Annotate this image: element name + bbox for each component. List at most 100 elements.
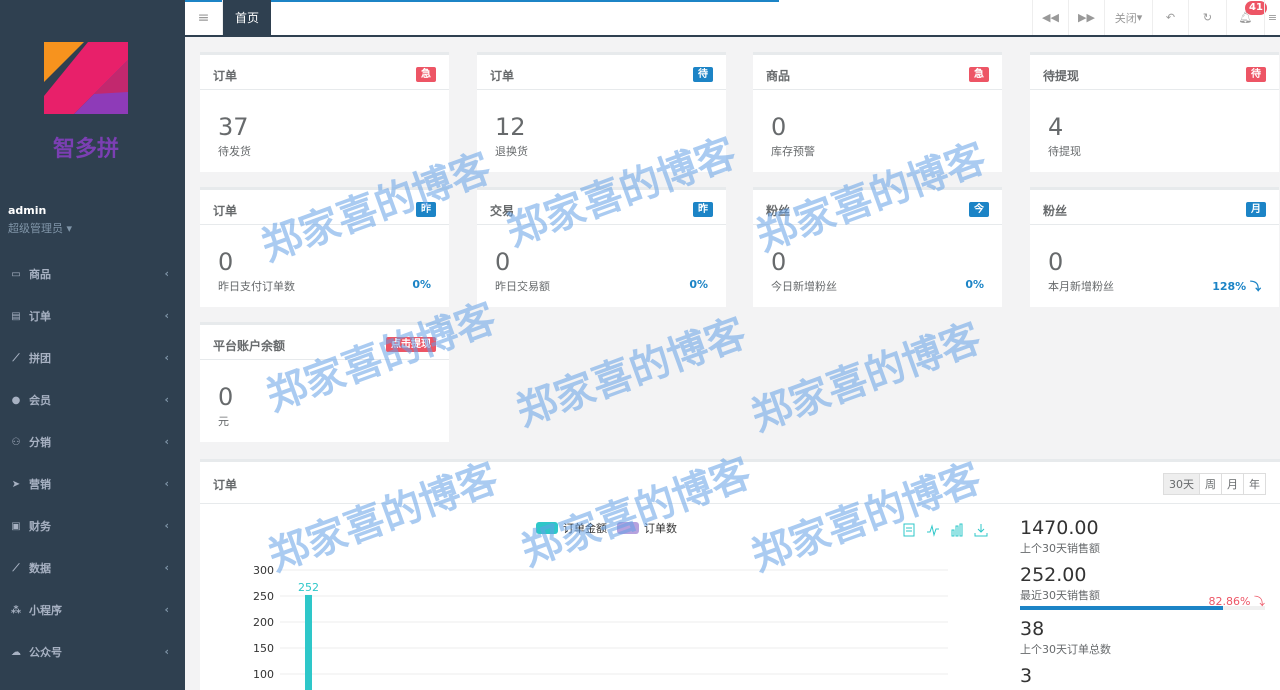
svg-text:智多拼: 智多拼 (53, 136, 119, 160)
user-role-dropdown[interactable]: 超级管理员 ▾ (8, 220, 72, 236)
users-icon: ⚇ (11, 436, 21, 448)
y-tick-label: 150 (253, 642, 274, 655)
stat-label: 待提现 (1048, 145, 1081, 158)
card-month-fans: 粉丝月 0 本月新增粉丝 128% ⤵ (1030, 187, 1279, 307)
sidebar: 智多拼 admin 超级管理员 ▾ ▭ 商品 ‹ ▤ 订单 ‹ ⟋ 拼团 ‹ ● 会员 ‹ ⚇ 分… (0, 0, 185, 690)
double-right-icon: ▶▶ (1078, 11, 1095, 24)
y-tick-label: 300 (253, 564, 274, 577)
stat-value: 0 (495, 248, 511, 276)
sidebar-item-official-account[interactable]: ☁ 公众号 ‹ (0, 631, 185, 673)
tab-home[interactable]: 首页 (223, 0, 271, 35)
sidebar-item-miniprogram[interactable]: ⁂ 小程序 ‹ (0, 589, 185, 631)
stat-percent: 82.86% ⤵ (1208, 595, 1265, 608)
legend-item-amount[interactable]: 订单金额 (536, 520, 607, 536)
status-badge: 今 (969, 202, 989, 217)
sidebar-item-members[interactable]: ● 会员 ‹ (0, 379, 185, 421)
menu-icon: ≡ (1267, 11, 1278, 24)
stat-next: 3 (1020, 665, 1033, 687)
y-tick-label: 200 (253, 616, 274, 629)
range-week[interactable]: 周 (1199, 474, 1221, 494)
sidebar-item-finance[interactable]: ▣ 财务 ‹ (0, 505, 185, 547)
user-name: admin (8, 204, 47, 217)
stat-label: 库存预警 (771, 145, 815, 158)
stat-label: 昨日支付订单数 (218, 280, 295, 293)
stat-value: 4 (1048, 113, 1064, 141)
range-year[interactable]: 年 (1243, 474, 1265, 494)
range-30-days[interactable]: 30天 (1164, 474, 1199, 494)
top-bar: ≡ 首页 ◀◀ ▶▶ 关闭 ▾ ↶ ↻ 🔔︎ 41 ≡ (185, 0, 1280, 37)
stat-value: 0 (771, 113, 787, 141)
stat-prev-30-sales: 1470.00 上个30天销售额 (1020, 517, 1100, 555)
monitor-icon: ▭ (11, 268, 21, 280)
y-tick-label: 250 (253, 590, 274, 603)
sidebar-item-data[interactable]: ⟋ 数据 ‹ (0, 547, 185, 589)
scroll-left-button[interactable]: ◀◀ (1032, 0, 1068, 35)
bar-data-label: 252 (298, 581, 319, 594)
panel-title: 订单 (213, 478, 238, 492)
stat-label: 元 (218, 415, 229, 428)
stat-value: 0 (1048, 248, 1064, 276)
watermark: 郑家喜的博客 (745, 315, 987, 441)
order-bar-chart: 300 250 200 150 100 252 (253, 564, 948, 690)
menu-toggle-button[interactable]: ≡ (185, 0, 223, 35)
sidebar-item-orders[interactable]: ▤ 订单 ‹ (0, 295, 185, 337)
chart-icon: ⟋ (12, 352, 20, 364)
status-badge: 待 (1246, 67, 1266, 82)
order-chart-panel: 订单 30天 周 月 年 订单金额 订单数 300 250 200 150 100 252… (200, 459, 1280, 690)
stat-percent: 0% (412, 278, 431, 291)
legend-item-count[interactable]: 订单数 (617, 520, 677, 536)
card-pending-withdraw: 待提现待 4 待提现 (1030, 52, 1279, 172)
range-month[interactable]: 月 (1221, 474, 1243, 494)
bar-chart-icon[interactable] (950, 523, 964, 537)
stat-label: 待发货 (218, 145, 251, 158)
double-left-icon: ◀◀ (1042, 11, 1059, 24)
user-profile[interactable]: admin 超级管理员 ▾ (8, 204, 72, 236)
card-stock-warning: 商品急 0 库存预警 (753, 52, 1002, 172)
back-button[interactable]: ↶ (1152, 0, 1188, 35)
download-icon[interactable] (974, 523, 988, 537)
status-badge: 月 (1246, 202, 1266, 217)
caret-down-icon: ▾ (1136, 11, 1143, 24)
chevron-left-icon: ‹ (164, 603, 169, 616)
sidebar-item-group-buy[interactable]: ⟋ 拼团 ‹ (0, 337, 185, 379)
stat-label: 昨日交易额 (495, 280, 550, 293)
scroll-right-button[interactable]: ▶▶ (1068, 0, 1104, 35)
reply-icon: ↶ (1165, 11, 1176, 24)
status-badge: 昨 (693, 202, 713, 217)
stat-value: 0 (218, 383, 234, 411)
refresh-button[interactable]: ↻ (1188, 0, 1226, 35)
user-icon: ● (11, 394, 21, 406)
loading-progress (185, 0, 779, 2)
chevron-left-icon: ‹ (164, 519, 169, 532)
wechat-icon: ☁ (11, 646, 21, 658)
stat-label: 退换货 (495, 145, 528, 158)
stat-label: 本月新增粉丝 (1048, 280, 1114, 293)
stat-percent: 128% ⤵ (1212, 280, 1261, 293)
card-returns: 订单待 12 退换货 (477, 52, 726, 172)
stat-value: 0 (771, 248, 787, 276)
sidebar-menu: ▭ 商品 ‹ ▤ 订单 ‹ ⟋ 拼团 ‹ ● 会员 ‹ ⚇ 分销 ‹ ➤ 营销 ‹ ▣ 财务 ‹ ⟋ 数据 ‹ … (0, 253, 185, 673)
chevron-left-icon: ‹ (164, 477, 169, 490)
sidebar-item-goods[interactable]: ▭ 商品 ‹ (0, 253, 185, 295)
close-tabs-dropdown[interactable]: 关闭 ▾ (1104, 0, 1152, 35)
more-menu-button[interactable]: ≡ (1264, 0, 1280, 35)
data-view-icon[interactable] (902, 523, 916, 537)
line-chart-icon[interactable] (926, 523, 940, 537)
stat-percent: 0% (689, 278, 708, 291)
sidebar-item-distribution[interactable]: ⚇ 分销 ‹ (0, 421, 185, 463)
notifications-button[interactable]: 🔔︎ 41 (1226, 0, 1267, 35)
logo: 智多拼 (44, 42, 128, 160)
chart-legend: 订单金额 订单数 (536, 520, 687, 536)
file-icon: ▤ (11, 310, 21, 322)
bar-order-amount[interactable] (305, 594, 312, 690)
withdraw-button[interactable]: 点击提现 (386, 337, 436, 352)
money-icon: ▣ (11, 520, 21, 532)
card-platform-balance: 平台账户余额 点击提现 0 元 (200, 322, 449, 442)
status-badge: 急 (416, 67, 436, 82)
watermark: 郑家喜的博客 (510, 310, 752, 436)
chevron-left-icon: ‹ (164, 393, 169, 406)
sidebar-item-marketing[interactable]: ➤ 营销 ‹ (0, 463, 185, 505)
card-pending-shipment: 订单急 37 待发货 (200, 52, 449, 172)
send-icon: ➤ (11, 478, 21, 490)
range-selector: 30天 周 月 年 (1163, 473, 1266, 495)
